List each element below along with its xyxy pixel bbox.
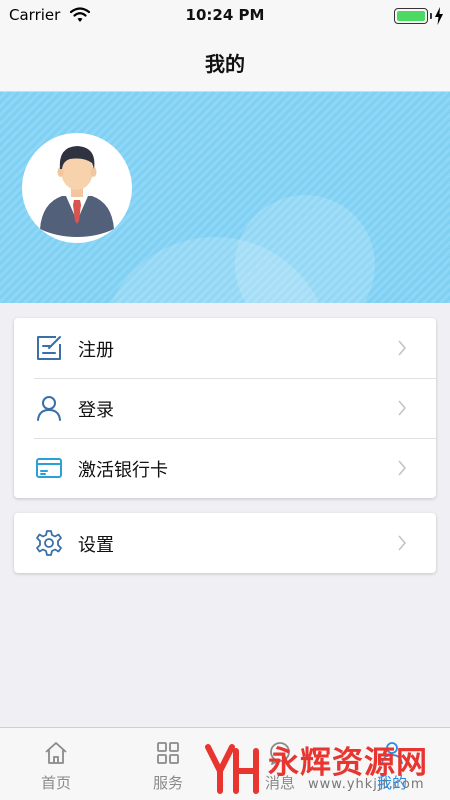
status-time: 10:24 PM — [185, 6, 265, 24]
tab-label: 首页 — [40, 774, 71, 792]
chevron-right-icon — [398, 340, 407, 356]
page-title: 我的 — [205, 52, 245, 76]
tab-home[interactable]: 首页 — [0, 728, 112, 800]
user-avatar-icon — [40, 146, 114, 237]
menu-item-activate-bank-card[interactable]: 激活银行卡 — [14, 438, 436, 498]
menu-item-label: 注册 — [78, 340, 114, 361]
gear-icon — [36, 530, 62, 556]
register-form-icon — [37, 336, 61, 360]
battery-cap — [430, 13, 432, 19]
menu-item-label: 登录 — [78, 400, 114, 421]
settings-menu: 设置 — [14, 513, 436, 573]
watermark-title: 永辉资源网 — [268, 745, 428, 781]
watermark-url: www.yhkjjt.com — [308, 777, 425, 792]
battery-level — [397, 11, 425, 21]
menu-item-settings[interactable]: 设置 — [14, 513, 436, 573]
chevron-right-icon — [398, 460, 407, 476]
home-icon — [45, 742, 67, 764]
navigation-bar: 我的 — [0, 30, 450, 92]
grid-icon — [157, 742, 179, 764]
status-bar: Carrier 10:24 PM — [0, 0, 450, 30]
account-menu: 注册 登录 激活银行卡 — [14, 318, 436, 498]
battery-icon — [394, 8, 428, 24]
menu-item-label: 设置 — [78, 535, 114, 556]
avatar[interactable] — [22, 133, 132, 243]
user-icon — [37, 396, 61, 421]
watermark: 永辉资源网 www.yhkjjt.com — [202, 735, 450, 797]
menu-item-register[interactable]: 注册 — [14, 318, 436, 378]
chevron-right-icon — [398, 400, 407, 416]
charging-icon — [435, 7, 443, 25]
menu-item-login[interactable]: 登录 — [14, 378, 436, 438]
chevron-right-icon — [398, 535, 407, 551]
watermark-logo-icon — [205, 744, 259, 794]
bank-card-icon — [36, 458, 62, 478]
menu-item-label: 激活银行卡 — [78, 460, 168, 481]
